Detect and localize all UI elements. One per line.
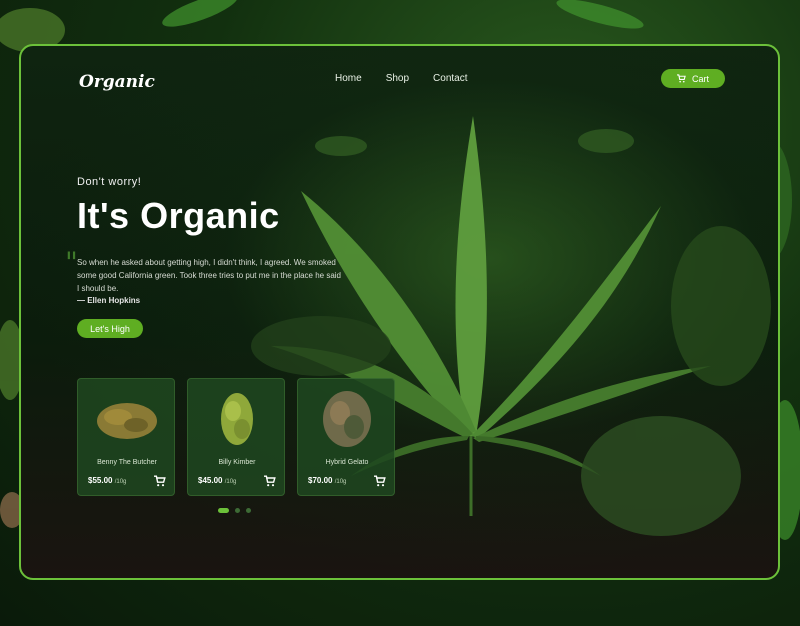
product-card[interactable]: Billy Kimber $45.00 /10g <box>187 378 285 496</box>
cannabis-leaf-illustration <box>251 116 771 536</box>
quote-author: — Ellen Hopkins <box>77 296 141 305</box>
hero-frame: Organic Home Shop Contact Cart Don't wor… <box>19 44 780 580</box>
add-to-cart-icon[interactable] <box>154 475 166 487</box>
carousel-dot[interactable] <box>235 508 240 513</box>
main-nav: Home Shop Contact <box>335 73 468 84</box>
add-to-cart-icon[interactable] <box>264 475 276 487</box>
cart-button[interactable]: Cart <box>661 69 725 88</box>
bud-image <box>97 403 157 439</box>
brand-logo[interactable]: Organic <box>79 72 155 92</box>
hero-title: It's Organic <box>77 195 280 236</box>
hero-quote: So when he asked about getting high, I d… <box>77 258 342 293</box>
product-name: Benny The Butcher <box>97 459 157 466</box>
product-price: $70.00 /10g <box>308 476 347 485</box>
cart-icon <box>676 74 686 83</box>
hero-eyebrow: Don't worry! <box>77 176 142 188</box>
nav-contact[interactable]: Contact <box>433 73 467 84</box>
product-card[interactable]: Benny The Butcher $55.00 /10g <box>77 378 175 496</box>
product-card[interactable]: Hybrid Gelato $70.00 /10g <box>297 378 395 496</box>
quote-mark-icon: " <box>65 246 78 279</box>
add-to-cart-icon[interactable] <box>374 475 386 487</box>
product-price: $45.00 /10g <box>198 476 237 485</box>
carousel-dot[interactable] <box>246 508 251 513</box>
nav-shop[interactable]: Shop <box>386 73 409 84</box>
product-name: Billy Kimber <box>218 459 256 466</box>
product-price: $55.00 /10g <box>88 476 127 485</box>
nav-home[interactable]: Home <box>335 73 362 84</box>
cart-label: Cart <box>691 73 709 84</box>
product-name: Hybrid Gelato <box>325 459 369 466</box>
bud-image <box>323 391 371 447</box>
bud-image <box>221 393 253 445</box>
carousel-dot-active[interactable] <box>218 508 229 513</box>
carousel-dots <box>218 508 251 513</box>
lets-high-button[interactable]: Let's High <box>77 319 143 338</box>
